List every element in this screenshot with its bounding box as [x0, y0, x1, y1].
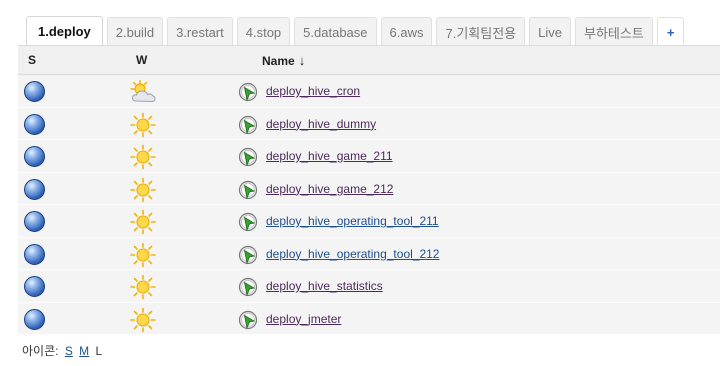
table-row: deploy_hive_operating_tool_212: [18, 237, 720, 270]
blue-ball-icon: [24, 146, 45, 167]
schedule-build-icon[interactable]: [238, 310, 259, 331]
add-view-button[interactable]: +: [656, 17, 685, 46]
job-name-link[interactable]: deploy_hive_game_211: [266, 149, 393, 163]
icon-size-medium-link[interactable]: M: [79, 344, 89, 358]
weather-column-header[interactable]: W: [136, 53, 147, 67]
table-row: deploy_hive_cron: [18, 75, 720, 108]
sort-down-icon: ↓: [298, 53, 306, 68]
name-column-header[interactable]: Name ↓: [262, 53, 305, 68]
table-row: deploy_hive_dummy: [18, 107, 720, 140]
table-row: deploy_hive_game_212: [18, 172, 720, 205]
table-row: deploy_jmeter: [18, 302, 720, 335]
schedule-build-icon[interactable]: [238, 180, 259, 201]
status-column-header[interactable]: S: [28, 53, 36, 67]
icon-size-label: 아이콘:: [22, 344, 59, 358]
table-row: deploy_hive_operating_tool_211: [18, 205, 720, 238]
blue-ball-icon: [24, 276, 45, 297]
schedule-build-icon[interactable]: [238, 212, 259, 233]
schedule-build-icon[interactable]: [238, 147, 259, 168]
job-name-link[interactable]: deploy_jmeter: [266, 312, 341, 326]
tab-build[interactable]: 2.build: [106, 17, 164, 46]
tab-load-test[interactable]: 부하테스트: [575, 17, 653, 46]
schedule-build-icon[interactable]: [238, 115, 259, 136]
table-row: deploy_hive_game_211: [18, 140, 720, 173]
schedule-build-icon[interactable]: [238, 277, 259, 298]
icon-size-small-link[interactable]: S: [65, 344, 73, 358]
name-header-label: Name: [262, 54, 295, 68]
sunny-icon: [128, 144, 158, 170]
sunny-icon: [128, 209, 158, 235]
job-name-link[interactable]: deploy_hive_cron: [266, 84, 360, 98]
tab-aws[interactable]: 6.aws: [380, 17, 433, 46]
sunny-icon: [128, 307, 158, 333]
job-name-link[interactable]: deploy_hive_statistics: [266, 279, 383, 293]
job-name-link[interactable]: deploy_hive_operating_tool_211: [266, 214, 439, 228]
cloudy-sun-icon: [128, 79, 158, 105]
tab-restart[interactable]: 3.restart: [167, 17, 233, 46]
view-tabs: 1.deploy 2.build 3.restart 4.stop 5.data…: [26, 16, 688, 46]
icon-size-legend: 아이콘: S M L: [22, 342, 102, 359]
job-name-link[interactable]: deploy_hive_operating_tool_212: [266, 247, 439, 261]
job-table: S W Name ↓ deploy_hive_cron deploy_hive_du…: [18, 45, 720, 335]
blue-ball-icon: [24, 308, 45, 330]
icon-size-large-current: L: [95, 344, 103, 358]
tab-live[interactable]: Live: [529, 17, 571, 46]
schedule-build-icon[interactable]: [238, 245, 259, 266]
job-name-link[interactable]: deploy_hive_dummy: [266, 117, 376, 131]
tab-stop[interactable]: 4.stop: [236, 17, 291, 46]
tab-database[interactable]: 5.database: [294, 17, 377, 46]
sunny-icon: [128, 112, 158, 138]
tab-deploy[interactable]: 1.deploy: [26, 16, 103, 46]
table-row: deploy_hive_statistics: [18, 270, 720, 303]
tab-planning-team[interactable]: 7.기획팀전용: [436, 17, 526, 46]
blue-ball-icon: [24, 81, 45, 102]
table-header: S W Name ↓: [18, 46, 720, 75]
sunny-icon: [128, 242, 158, 268]
sunny-icon: [128, 177, 158, 203]
blue-ball-icon: [24, 211, 45, 232]
sunny-icon: [128, 274, 158, 300]
job-name-link[interactable]: deploy_hive_game_212: [266, 182, 393, 196]
schedule-build-icon[interactable]: [238, 82, 259, 103]
blue-ball-icon: [24, 243, 45, 265]
blue-ball-icon: [24, 178, 45, 200]
blue-ball-icon: [24, 113, 45, 135]
